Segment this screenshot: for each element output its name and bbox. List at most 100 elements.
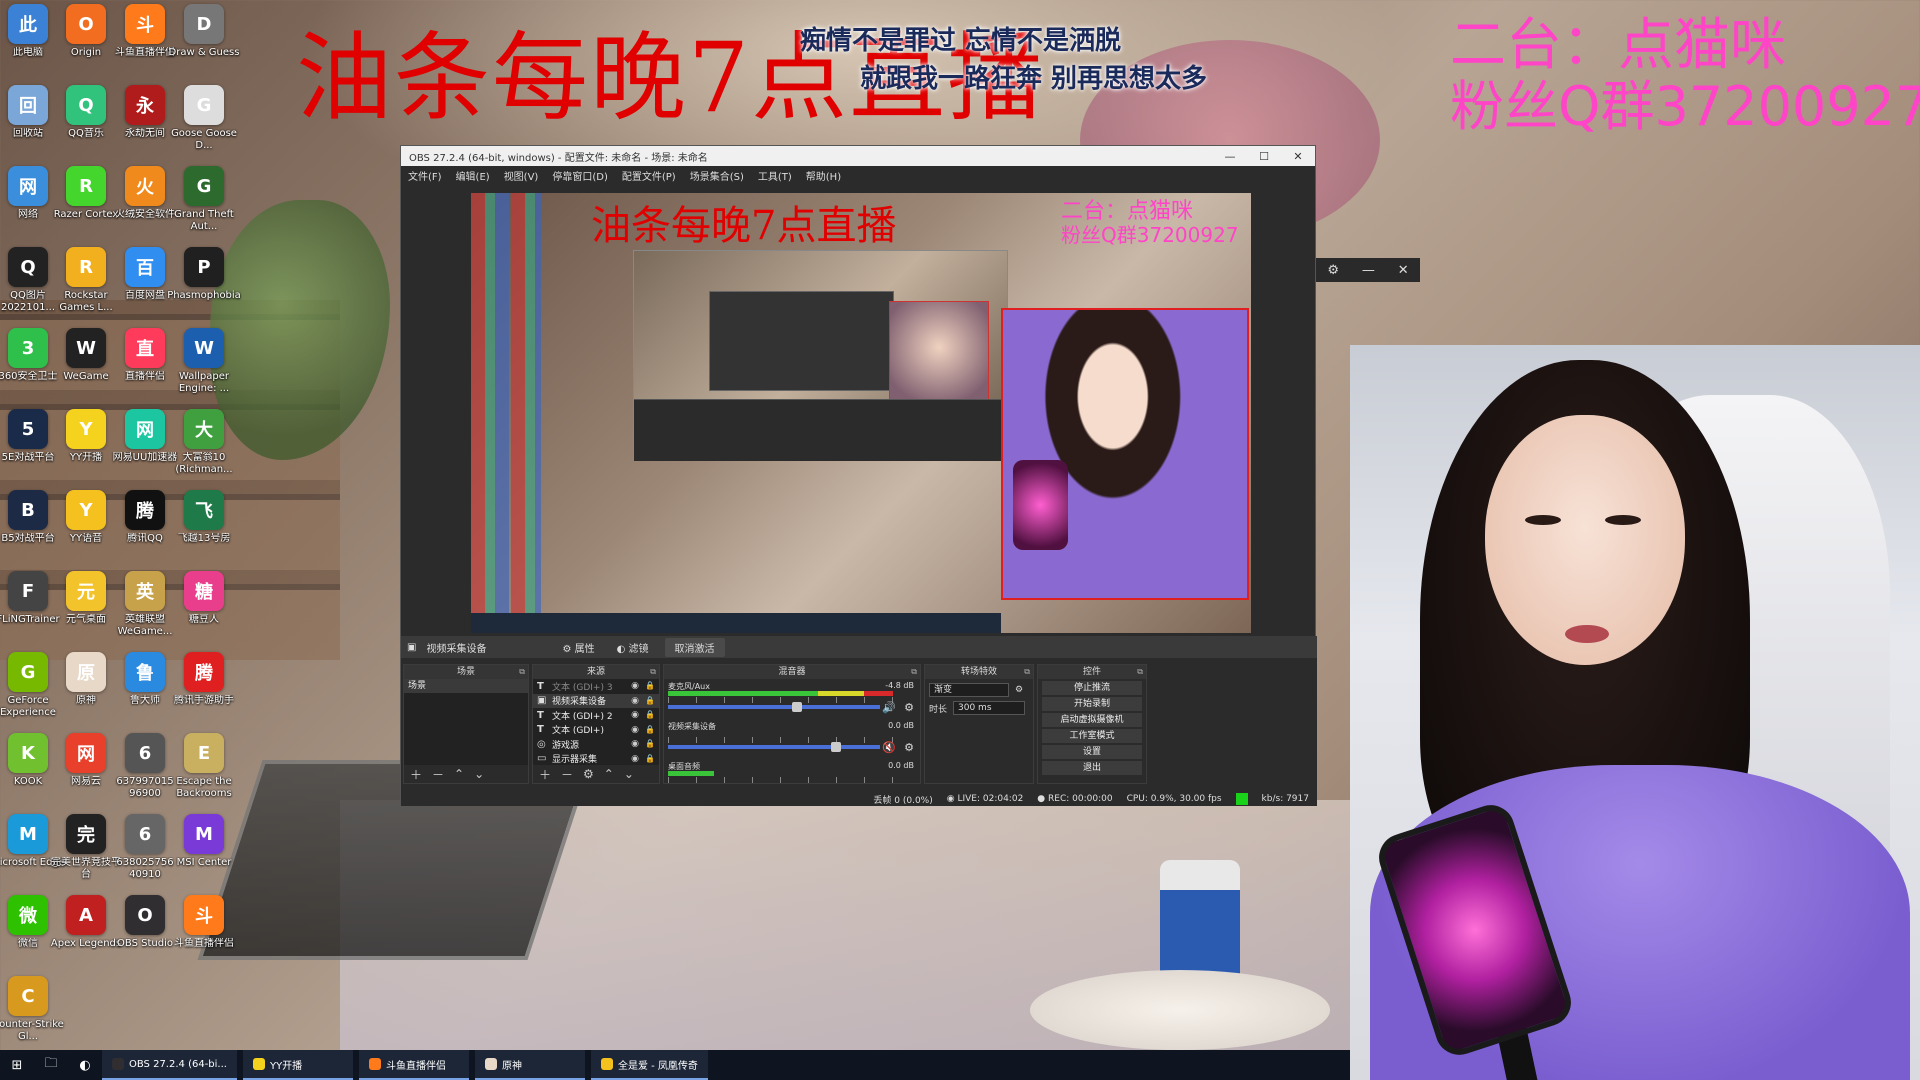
add-icon[interactable]: ＋	[410, 766, 422, 783]
obs-preview-canvas[interactable]: 油条每晚7点直播 二台：点猫咪 粉丝Q群37200927	[471, 193, 1251, 633]
desktop-icon[interactable]: 糖糖豆人	[166, 571, 242, 651]
fling-icon: F	[8, 571, 48, 611]
desktop-icon[interactable]: 飞飞越13号房	[166, 490, 242, 570]
volume-slider-track[interactable]	[668, 705, 880, 709]
gear-icon[interactable]: ⚙	[583, 767, 594, 781]
gear-icon[interactable]: ⚙	[904, 741, 914, 754]
transition-select[interactable]: 渐变	[929, 683, 1009, 697]
menu-item[interactable]: 配置文件(P)	[615, 168, 683, 183]
lock-icon[interactable]: 🔒	[645, 681, 655, 691]
edge-icon[interactable]: ◐	[68, 1050, 102, 1080]
volume-slider-knob[interactable]	[830, 742, 841, 752]
floating-mini-window[interactable]: ⚙ — ✕	[1316, 258, 1420, 282]
desktop-icon[interactable]: G Goose Goose D...	[166, 85, 242, 165]
taskbar-app[interactable]: 全是爱 - 凤凰传奇	[590, 1050, 708, 1080]
remove-icon[interactable]: －	[561, 766, 573, 783]
taskbar-app[interactable]: 斗鱼直播伴侣	[358, 1050, 469, 1080]
lock-icon[interactable]: 🔒	[645, 739, 655, 749]
deactivate-button[interactable]: 取消激活	[664, 637, 725, 657]
desktop-icon[interactable]: 斗斗鱼直播伴侣	[166, 895, 242, 975]
desktop-icon[interactable]: C Counter-Strike Gl...	[0, 976, 66, 1056]
scene-item[interactable]: 场景	[404, 679, 528, 693]
control-button[interactable]: 开始录制	[1042, 697, 1142, 711]
control-button[interactable]: 启动虚拟摄像机	[1042, 713, 1142, 727]
source-type-icon: ◎	[537, 738, 546, 750]
control-button[interactable]: 工作室模式	[1042, 729, 1142, 743]
menu-item[interactable]: 场景集合(S)	[683, 168, 751, 183]
richman-icon: 大	[184, 409, 224, 449]
eye-icon[interactable]: ◉	[631, 739, 639, 749]
desktop-icon[interactable]: E Escape the Backrooms	[166, 733, 242, 813]
menu-item[interactable]: 工具(T)	[751, 168, 799, 183]
desktop-icon[interactable]: G Grand Theft Aut...	[166, 166, 242, 246]
source-item[interactable]: ▭ 显示器采集 ◉ 🔒	[533, 752, 659, 767]
windows-start-icon[interactable]: ⊞	[0, 1050, 34, 1080]
eye-icon[interactable]: ◉	[631, 681, 639, 691]
desktop-icon[interactable]: W Wallpaper Engine: ...	[166, 328, 242, 408]
mute-icon[interactable]: 🔇	[882, 741, 896, 754]
scene-list[interactable]: 场景	[404, 679, 528, 765]
menu-item[interactable]: 视图(V)	[497, 168, 546, 183]
menu-item[interactable]: 停靠窗口(D)	[545, 168, 615, 183]
source-item[interactable]: T 文本 (GDI+) 3 ◉ 🔒	[533, 679, 659, 694]
lock-icon[interactable]: 🔒	[645, 754, 655, 764]
source-list[interactable]: T 文本 (GDI+) 3 ◉ 🔒 ▣ 视频采集设备 ◉ 🔒 T 文本 (GDI+) 2 ◉ 🔒 T 文本…	[533, 679, 659, 765]
taskbar-app[interactable]: YY开播	[242, 1050, 353, 1080]
control-button[interactable]: 设置	[1042, 745, 1142, 759]
add-icon[interactable]: ＋	[539, 766, 551, 783]
gear-icon[interactable]: ⚙	[1015, 685, 1023, 695]
move-down-icon[interactable]: ⌄	[474, 767, 484, 781]
app-icon	[484, 1058, 497, 1070]
eye-icon[interactable]: ◉	[631, 754, 639, 764]
lock-icon[interactable]: 🔒	[645, 696, 655, 706]
remove-icon[interactable]: －	[432, 766, 444, 783]
control-button[interactable]: 停止推流	[1042, 681, 1142, 695]
source-item[interactable]: ◎ 游戏源 ◉ 🔒	[533, 737, 659, 752]
maximize-icon[interactable]: ☐	[1247, 150, 1281, 163]
mixer-channel: 视频采集设备 0.0 dB 🔇 ⚙	[664, 719, 920, 759]
volume-slider-knob[interactable]	[792, 702, 803, 712]
speaker-icon[interactable]: 🔊	[882, 701, 896, 714]
minimize-icon[interactable]: —	[1213, 150, 1247, 163]
desktop-icon[interactable]: M MSI Center	[166, 814, 242, 894]
eye-icon[interactable]: ◉	[631, 696, 639, 706]
qq-music-icon: Q	[66, 85, 106, 125]
sources-dock: 来源 T文本 (GDI+) 3◉🔒▣视频采集设备◉🔒T文本 (GDI+) 2◉🔒…	[532, 664, 660, 784]
close-icon[interactable]: ✕	[1398, 263, 1409, 278]
move-down-icon[interactable]: ⌄	[624, 767, 634, 781]
desktop-icon[interactable]: 腾腾讯手游助手	[166, 652, 242, 732]
tencent-mobile-icon: 腾	[184, 652, 224, 692]
menu-item[interactable]: 帮助(H)	[799, 168, 848, 183]
move-up-icon[interactable]: ⌃	[604, 767, 614, 781]
taskbar-app[interactable]: OBS 27.2.4 (64-bi...	[102, 1050, 237, 1080]
eye-icon[interactable]: ◉	[631, 710, 639, 720]
origin-icon: O	[66, 4, 106, 44]
source-item[interactable]: T 文本 (GDI+) ◉ 🔒	[533, 723, 659, 738]
close-icon[interactable]: ✕	[1281, 150, 1315, 163]
file-explorer-icon[interactable]: 🗀	[34, 1050, 68, 1080]
menu-item[interactable]: 编辑(E)	[449, 168, 497, 183]
duration-input[interactable]: 300 ms	[953, 701, 1026, 715]
desktop-icon[interactable]: 大大富翁10 (Richman...	[166, 409, 242, 489]
minimize-icon[interactable]: —	[1362, 263, 1375, 278]
eye-icon[interactable]: ◉	[631, 725, 639, 735]
source-item[interactable]: ▣ 视频采集设备 ◉ 🔒	[533, 693, 659, 708]
taskbar-app[interactable]: 原神	[474, 1050, 585, 1080]
volume-slider-track[interactable]	[668, 745, 880, 749]
properties-button[interactable]: ⚙ 属性	[556, 638, 600, 657]
lock-icon[interactable]: 🔒	[645, 710, 655, 720]
source-item[interactable]: T 文本 (GDI+) 2 ◉ 🔒	[533, 708, 659, 723]
preview-webcam-source-selected[interactable]	[1001, 308, 1249, 600]
obs-window[interactable]: OBS 27.2.4 (64-bit, windows) - 配置文件: 未命名…	[400, 145, 1317, 806]
control-button[interactable]: 退出	[1042, 761, 1142, 775]
desktop-icon[interactable]: P Phasmophobia	[166, 247, 242, 327]
menu-item[interactable]: 文件(F)	[401, 168, 449, 183]
desktop-icon[interactable]: D Draw & Guess	[166, 4, 242, 84]
obs-title-bar[interactable]: OBS 27.2.4 (64-bit, windows) - 配置文件: 未命名…	[401, 146, 1315, 166]
lock-icon[interactable]: 🔒	[645, 725, 655, 735]
gear-icon[interactable]: ⚙	[1327, 263, 1339, 278]
filters-button[interactable]: ◐ 滤镜	[611, 638, 655, 657]
gear-icon[interactable]: ⚙	[904, 701, 914, 714]
source-name: 视频采集设备	[552, 697, 607, 708]
move-up-icon[interactable]: ⌃	[454, 767, 464, 781]
